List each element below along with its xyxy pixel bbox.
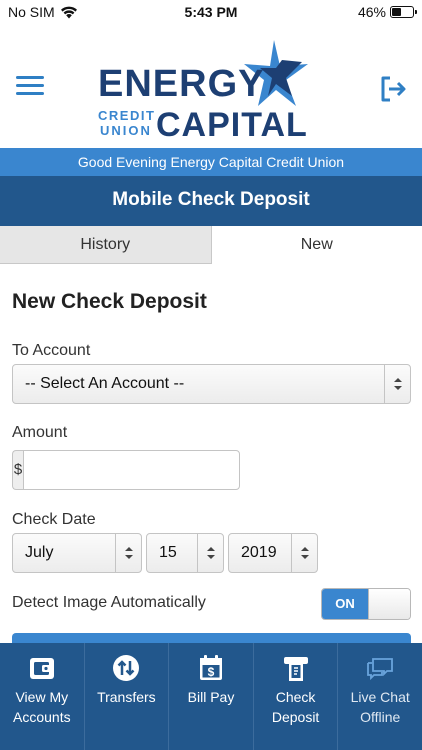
nav-transfers[interactable]: Transfers (85, 643, 170, 750)
detect-image-toggle[interactable]: ON (321, 588, 411, 620)
capture-button-partial[interactable] (12, 633, 411, 643)
nav-label-line2: Accounts (13, 709, 71, 725)
transfer-arrows-icon (113, 655, 140, 681)
month-select-value: July (25, 544, 54, 561)
battery-icon (390, 6, 417, 18)
nav-label-line1: Live Chat (350, 689, 410, 705)
select-arrows-icon (197, 534, 223, 572)
battery-status: 46% (357, 4, 417, 20)
app-header: ENERGY CREDIT UNION CAPITAL (0, 24, 422, 148)
amount-input[interactable] (23, 450, 240, 490)
nav-label-line1: Bill Pay (187, 689, 235, 705)
nav-label-line2: Deposit (271, 709, 320, 725)
to-account-label: To Account (12, 342, 91, 359)
form-title: New Check Deposit (12, 290, 207, 313)
nav-view-my-accounts[interactable]: View My Accounts (0, 643, 85, 750)
account-select[interactable]: -- Select An Account -- (12, 364, 411, 404)
select-arrows-icon (291, 534, 317, 572)
nav-bill-pay[interactable]: $ Bill Pay (169, 643, 254, 750)
energy-capital-logo: ENERGY CREDIT UNION CAPITAL (98, 40, 308, 142)
select-arrows-icon (384, 365, 410, 403)
logo-word-energy: ENERGY (98, 63, 264, 105)
toggle-knob (368, 589, 410, 619)
svg-text:$: $ (208, 665, 215, 679)
check-deposit-icon (283, 657, 308, 681)
year-select[interactable]: 2019 (228, 533, 318, 573)
month-select[interactable]: July (12, 533, 142, 573)
nav-label-line1: View My (15, 689, 69, 705)
nav-label-line2: Offline (360, 709, 401, 725)
deposit-tabs: History New (0, 226, 422, 264)
tab-history[interactable]: History (0, 226, 212, 264)
hamburger-icon[interactable] (16, 76, 44, 96)
nav-live-chat[interactable]: Live Chat Offline (338, 643, 422, 750)
amount-input-group: $ (12, 450, 240, 490)
nav-check-deposit[interactable]: Check Deposit (254, 643, 339, 750)
detect-image-label: Detect Image Automatically (12, 594, 206, 611)
battery-percent: 46% (357, 4, 386, 20)
nav-label-line1: Transfers (97, 689, 156, 705)
logout-icon[interactable] (378, 74, 408, 104)
wallet-icon (29, 658, 54, 679)
account-select-value: -- Select An Account -- (25, 375, 185, 392)
toggle-on-label: ON (322, 589, 368, 619)
nav-label-line1: Check (275, 689, 316, 705)
logo-word-union: UNION (100, 123, 152, 138)
greeting-banner: Good Evening Energy Capital Credit Union (0, 148, 422, 176)
day-select-value: 15 (159, 544, 177, 561)
status-bar: No SIM 5:43 PM 46% (0, 0, 422, 24)
day-select[interactable]: 15 (146, 533, 224, 573)
dollar-prefix: $ (12, 450, 23, 490)
select-arrows-icon (115, 534, 141, 572)
chat-icon (367, 658, 394, 681)
logo-word-capital: CAPITAL (156, 106, 308, 142)
tab-new[interactable]: New (211, 226, 422, 264)
page-title: Mobile Check Deposit (0, 176, 422, 226)
check-date-label: Check Date (12, 511, 96, 528)
amount-label: Amount (12, 424, 68, 441)
calendar-dollar-icon: $ (199, 655, 222, 680)
bottom-navigation: View My Accounts Transfers $ Bill Pay Ch… (0, 643, 422, 750)
year-select-value: 2019 (241, 544, 277, 561)
logo-word-credit: CREDIT (98, 108, 155, 123)
